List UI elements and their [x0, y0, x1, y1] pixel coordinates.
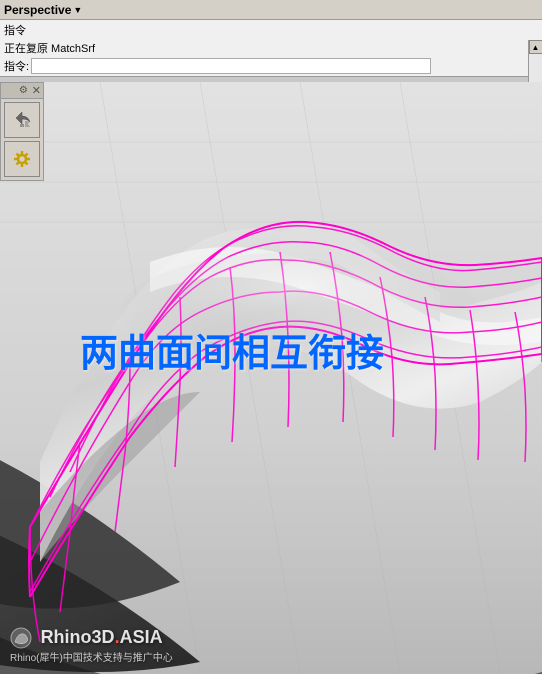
gear-tool-icon — [8, 145, 36, 173]
settings-icon[interactable]: ⚙ — [19, 85, 28, 96]
command-prompt-label: 指令: — [4, 58, 29, 74]
scene-background — [0, 82, 542, 674]
title-bar: Perspective ▼ — [0, 0, 542, 20]
overlay-text: 两曲面间相互衔接 — [80, 322, 384, 377]
command-input[interactable] — [31, 58, 431, 74]
3d-viewport[interactable]: 两曲面间相互衔接 Rhino3D.ASIA Rhino(犀牛)中国技术支持与推广… — [0, 82, 542, 674]
command-section-label: 指令 — [4, 22, 538, 38]
close-icon[interactable]: ✕ — [32, 84, 41, 97]
undo-icon — [8, 106, 36, 134]
watermark-sub-text: Rhino(犀牛)中国技术支持与推广中心 — [10, 649, 173, 664]
settings-tool-button[interactable] — [4, 141, 40, 177]
watermark-logo: Rhino3D.ASIA — [10, 626, 173, 649]
toolbar-panel: ⚙ ✕ — [0, 82, 44, 181]
command-area: 指令 正在复原 MatchSrf 指令: ▲ ▼ — [0, 20, 542, 77]
viewport-title-label: Perspective — [4, 3, 71, 17]
viewport-title-dropdown[interactable]: Perspective ▼ — [4, 3, 82, 17]
scene-svg — [0, 82, 542, 674]
rhino-logo-icon — [10, 627, 32, 649]
scroll-up-button[interactable]: ▲ — [529, 40, 542, 54]
watermark: Rhino3D.ASIA Rhino(犀牛)中国技术支持与推广中心 — [10, 626, 173, 664]
dropdown-arrow-icon: ▼ — [73, 5, 82, 15]
watermark-logo-text: Rhino3D.ASIA — [41, 627, 163, 647]
toolbar-header: ⚙ ✕ — [1, 83, 43, 99]
undo-button[interactable] — [4, 102, 40, 138]
command-history-line: 正在复原 MatchSrf — [4, 40, 538, 56]
